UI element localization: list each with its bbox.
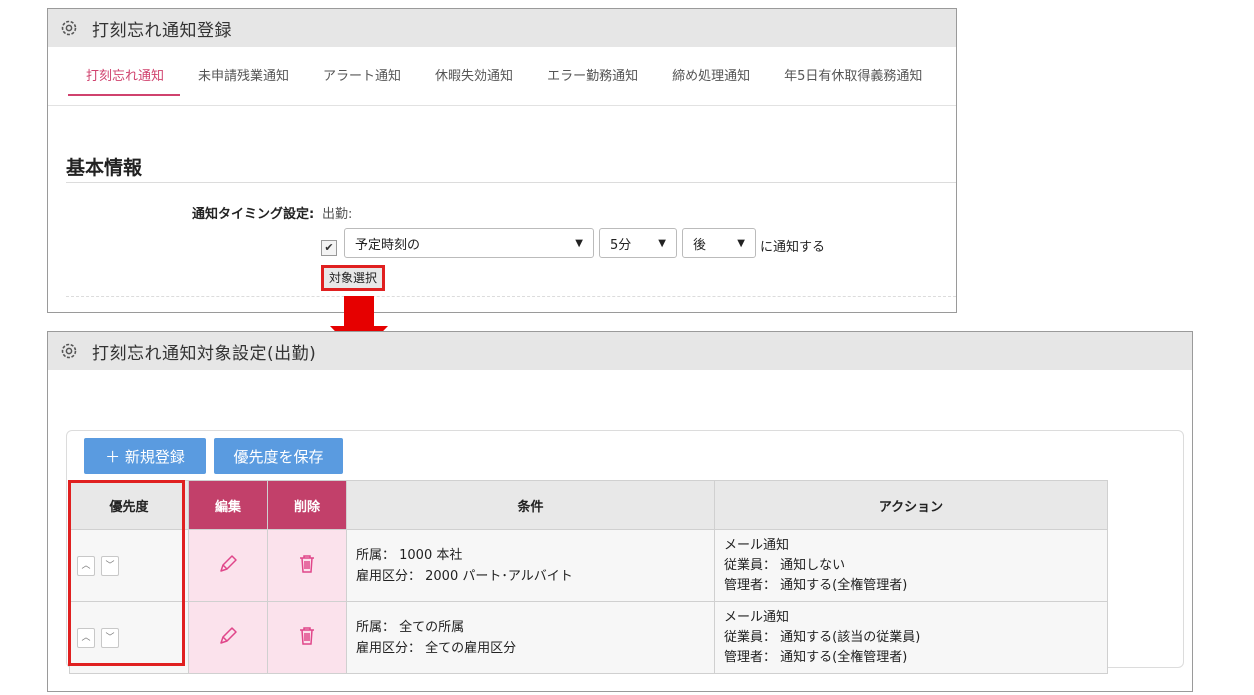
divider bbox=[48, 105, 956, 106]
base-time-select-value: 予定時刻の bbox=[355, 237, 421, 253]
trash-icon[interactable] bbox=[296, 626, 318, 651]
new-register-button[interactable]: ＋ 新規登録 bbox=[84, 438, 206, 474]
notification-register-panel: 打刻忘れ通知登録 打刻忘れ通知 未申請残業通知 アラート通知 休暇失効通知 エラ… bbox=[47, 8, 957, 313]
timing-setting-label: 通知タイミング設定: bbox=[192, 207, 315, 222]
gear-icon bbox=[58, 17, 80, 39]
action-method: メール通知 bbox=[724, 609, 790, 625]
column-header-priority: 優先度 bbox=[69, 480, 189, 530]
condition-affiliation: 所属： 1000 本社 bbox=[356, 547, 463, 563]
direction-select[interactable]: 後 ▼ bbox=[682, 228, 756, 258]
condition-employment-type: 雇用区分： 2000 パート･アルバイト bbox=[356, 568, 573, 584]
panel-header: 打刻忘れ通知登録 bbox=[48, 9, 956, 47]
table-row: ︿ ﹀ 所属： 全ての所属 雇用区分： 全ての雇用区分 メール通知 従業員： 通… bbox=[69, 601, 1108, 674]
check-icon: ✔ bbox=[324, 241, 334, 254]
chevron-up-icon[interactable]: ︿ bbox=[77, 555, 95, 576]
target-table: 優先度 編集 削除 条件 アクション ︿ ﹀ 所属： 1000 本社 雇用区分：… bbox=[69, 480, 1108, 674]
direction-select-value: 後 bbox=[693, 237, 707, 253]
tab-bar: 打刻忘れ通知 未申請残業通知 アラート通知 休暇失効通知 エラー勤務通知 締め処… bbox=[68, 59, 938, 96]
condition-cell: 所属： 全ての所属 雇用区分： 全ての雇用区分 bbox=[346, 601, 715, 674]
edit-cell bbox=[188, 529, 268, 602]
chevron-down-icon[interactable]: ﹀ bbox=[101, 627, 119, 648]
tab-paid-leave-obligation[interactable]: 年5日有休取得義務通知 bbox=[766, 59, 938, 96]
save-priority-button[interactable]: 優先度を保存 bbox=[214, 438, 343, 474]
action-employee: 従業員： 通知しない bbox=[724, 557, 846, 573]
page-title: 打刻忘れ通知対象設定(出勤) bbox=[92, 343, 317, 364]
caret-down-icon: ▼ bbox=[575, 237, 583, 249]
priority-cell: ︿ ﹀ bbox=[69, 529, 189, 602]
minutes-select[interactable]: 5分 ▼ bbox=[599, 228, 677, 258]
table-row: ︿ ﹀ 所属： 1000 本社 雇用区分： 2000 パート･アルバイト メール… bbox=[69, 529, 1108, 602]
condition-employment-type: 雇用区分： 全ての雇用区分 bbox=[356, 640, 517, 656]
notify-suffix: に通知する bbox=[760, 240, 826, 255]
column-header-action: アクション bbox=[714, 480, 1108, 530]
action-method: メール通知 bbox=[724, 537, 790, 553]
column-header-delete: 削除 bbox=[267, 480, 347, 530]
trash-icon[interactable] bbox=[296, 554, 318, 579]
tab-unapplied-overtime[interactable]: 未申請残業通知 bbox=[180, 59, 305, 96]
caret-down-icon: ▼ bbox=[737, 237, 745, 249]
priority-cell: ︿ ﹀ bbox=[69, 601, 189, 674]
pencil-icon[interactable] bbox=[217, 626, 239, 651]
delete-cell bbox=[267, 529, 347, 602]
tab-leave-expiry[interactable]: 休暇失効通知 bbox=[417, 59, 529, 96]
base-time-select[interactable]: 予定時刻の ▼ bbox=[344, 228, 594, 258]
down-arrow-icon bbox=[344, 296, 374, 326]
pencil-icon[interactable] bbox=[217, 554, 239, 579]
condition-cell: 所属： 1000 本社 雇用区分： 2000 パート･アルバイト bbox=[346, 529, 715, 602]
column-header-edit: 編集 bbox=[188, 480, 268, 530]
tab-closing-process[interactable]: 締め処理通知 bbox=[654, 59, 766, 96]
tab-stamp-forgot[interactable]: 打刻忘れ通知 bbox=[68, 59, 181, 96]
timing-checkbox[interactable]: ✔ bbox=[321, 240, 337, 256]
chevron-up-icon[interactable]: ︿ bbox=[77, 627, 95, 648]
condition-affiliation: 所属： 全ての所属 bbox=[356, 619, 465, 635]
action-cell: メール通知 従業員： 通知する(該当の従業員) 管理者： 通知する(全権管理者) bbox=[714, 601, 1108, 674]
tab-alert[interactable]: アラート通知 bbox=[305, 59, 417, 96]
tab-error-attendance[interactable]: エラー勤務通知 bbox=[529, 59, 654, 96]
action-employee: 従業員： 通知する(該当の従業員) bbox=[724, 629, 921, 645]
action-manager: 管理者： 通知する(全権管理者) bbox=[724, 649, 908, 665]
action-manager: 管理者： 通知する(全権管理者) bbox=[724, 577, 908, 593]
target-select-button[interactable]: 対象選択 bbox=[321, 265, 386, 291]
chevron-down-icon[interactable]: ﹀ bbox=[101, 555, 119, 576]
panel-header: 打刻忘れ通知対象設定(出勤) bbox=[48, 332, 1192, 370]
column-header-condition: 条件 bbox=[346, 480, 715, 530]
section-title: 基本情報 bbox=[66, 157, 143, 179]
minutes-select-value: 5分 bbox=[610, 237, 632, 253]
gear-icon bbox=[58, 340, 80, 362]
action-cell: メール通知 従業員： 通知しない 管理者： 通知する(全権管理者) bbox=[714, 529, 1108, 602]
page-title: 打刻忘れ通知登録 bbox=[92, 20, 232, 41]
divider bbox=[66, 296, 956, 297]
edit-cell bbox=[188, 601, 268, 674]
notification-target-panel: 打刻忘れ通知対象設定(出勤) ＋ 新規登録 優先度を保存 優先度 編集 削除 条… bbox=[47, 331, 1193, 692]
divider bbox=[66, 182, 956, 183]
delete-cell bbox=[267, 601, 347, 674]
timing-clock-in-label: 出勤: bbox=[322, 207, 353, 222]
caret-down-icon: ▼ bbox=[658, 237, 666, 249]
